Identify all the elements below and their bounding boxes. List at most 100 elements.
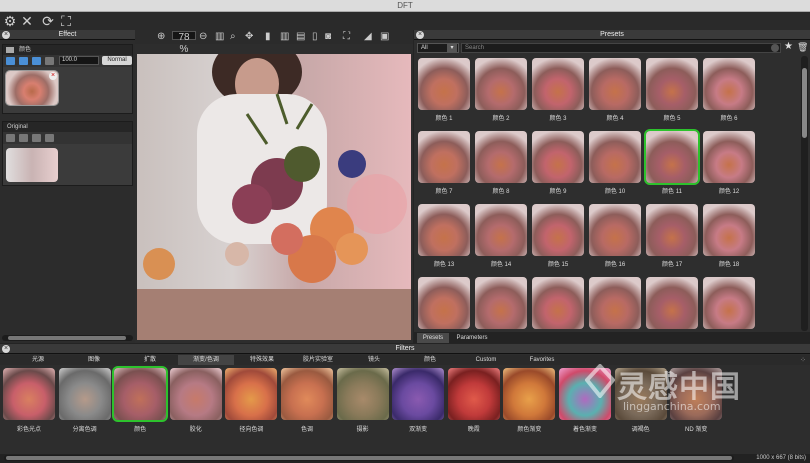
monitor-icon[interactable] (19, 134, 28, 142)
compare-side-icon[interactable]: ▮ (265, 31, 271, 43)
preset-item[interactable] (475, 277, 531, 330)
filter-category-tab[interactable]: 镜头 (346, 355, 402, 365)
filter-category-tab[interactable]: 扩散 (122, 355, 178, 365)
display-icon[interactable]: ▣ (380, 31, 389, 43)
preset-item[interactable]: 颜色 1 (418, 58, 474, 130)
filter-label: 摄影 (356, 427, 369, 433)
filter-item[interactable]: 晚霞 (447, 368, 500, 433)
category-select[interactable]: All ▾ (417, 43, 459, 53)
preset-label: 颜色 9 (549, 189, 567, 195)
filter-item[interactable]: 颜色 (114, 368, 167, 433)
preset-label: 颜色 5 (663, 116, 681, 122)
close-icon[interactable]: ✕ (19, 13, 35, 29)
tab-presets[interactable]: Presets (417, 333, 449, 343)
filter-item[interactable]: 径向色调 (225, 368, 278, 433)
mask-icon[interactable] (6, 57, 15, 65)
preset-item[interactable]: 颜色 18 (703, 204, 759, 276)
filters-hscroll[interactable] (4, 455, 734, 461)
compare-horizontal-icon[interactable]: ▤ (296, 31, 305, 43)
preset-item[interactable]: 颜色 10 (589, 131, 645, 203)
preset-label: 颜色 13 (433, 262, 455, 268)
preset-item[interactable]: 颜色 16 (589, 204, 645, 276)
watermark-url: lingganchina.com (623, 400, 721, 413)
preset-item[interactable]: 颜色 15 (532, 204, 588, 276)
filter-category-tab[interactable]: 特殊效果 (234, 355, 290, 365)
tab-parameters[interactable]: Parameters (452, 333, 492, 343)
preset-item[interactable]: 颜色 9 (532, 131, 588, 203)
mask-icon[interactable] (6, 134, 15, 142)
compare-split-icon[interactable]: ▥ (280, 31, 289, 43)
main-photo[interactable] (137, 54, 411, 340)
lock-icon[interactable] (45, 134, 54, 142)
close-panel-icon[interactable]: × (2, 31, 10, 39)
search-input[interactable]: Search (461, 43, 781, 53)
preset-label: 颜色 11 (662, 189, 682, 195)
preset-item[interactable]: 颜色 6 (703, 58, 759, 130)
filter-item[interactable]: 分离色调 (58, 368, 111, 433)
histogram-icon[interactable]: ◢ (364, 31, 372, 43)
filter-category-tab[interactable]: 渐变/色调 (178, 355, 234, 365)
preset-item[interactable]: 颜色 14 (475, 204, 531, 276)
filter-category-tab[interactable]: 光源 (10, 355, 66, 365)
lock-icon[interactable] (45, 57, 54, 65)
close-panel-icon[interactable]: × (2, 345, 10, 353)
preset-item[interactable]: 颜色 12 (703, 131, 759, 203)
filter-thumbnail (169, 368, 222, 420)
filter-item[interactable]: 胶化 (169, 368, 222, 433)
filter-label: 彩色光点 (16, 427, 41, 433)
split-icon[interactable]: ▥ (215, 31, 224, 43)
preset-item[interactable] (532, 277, 588, 330)
zoom-out-icon[interactable]: ⊖ (199, 31, 207, 43)
zoom-field[interactable]: 78 % (172, 31, 196, 55)
preset-item[interactable] (703, 277, 759, 330)
preset-item[interactable]: 颜色 17 (646, 204, 702, 276)
preset-item[interactable] (589, 277, 645, 330)
preset-label: 颜色 3 (549, 116, 567, 122)
monitor-icon[interactable] (19, 57, 28, 65)
left-hscroll[interactable] (2, 335, 133, 341)
filter-label: 颜色 (134, 427, 147, 433)
preset-item[interactable] (646, 277, 702, 330)
opacity-field[interactable]: 100.0 (59, 56, 99, 65)
preset-item[interactable]: 颜色 8 (475, 131, 531, 203)
preset-item[interactable]: 颜色 11 (646, 131, 702, 203)
filter-item[interactable]: 双渐变 (392, 368, 445, 433)
lightning-icon[interactable] (32, 57, 41, 65)
gear-icon[interactable]: ⚙ (2, 13, 18, 29)
filter-item[interactable]: 颜色渐变 (503, 368, 556, 433)
grid-view-icon[interactable]: ⁘ (800, 356, 806, 364)
move-icon[interactable]: ✥ (245, 31, 253, 43)
trash-icon[interactable]: 🗑 (797, 42, 808, 53)
clear-search-icon[interactable] (771, 44, 779, 52)
preset-item[interactable]: 颜色 4 (589, 58, 645, 130)
filter-category-tab[interactable]: 颜色 (402, 355, 458, 365)
preset-item[interactable]: 颜色 5 (646, 58, 702, 130)
fit-icon[interactable]: ⛶ (58, 13, 74, 29)
filter-item[interactable]: 摄影 (336, 368, 389, 433)
crop-icon[interactable]: ⛶ (343, 31, 350, 43)
preset-item[interactable] (418, 277, 474, 330)
filter-category-tab[interactable]: Custom (458, 355, 514, 365)
preset-item[interactable]: 颜色 7 (418, 131, 474, 203)
preset-item[interactable]: 颜色 2 (475, 58, 531, 130)
filter-item[interactable]: 色调 (281, 368, 333, 433)
blend-mode-button[interactable]: Normal (102, 56, 132, 65)
filter-category-tab[interactable]: 胶片实验室 (290, 355, 346, 365)
refresh-icon[interactable]: ⟳ (40, 13, 56, 29)
page-icon[interactable]: ▯ (312, 31, 318, 43)
preset-thumbnail (532, 131, 584, 183)
zoom-in-icon[interactable]: ⊕ (157, 31, 165, 43)
presets-vscroll[interactable] (801, 56, 808, 331)
filter-item[interactable]: 彩色光点 (3, 368, 55, 433)
remove-layer-icon[interactable]: × (49, 72, 57, 80)
filter-category-tab[interactable]: 图像 (66, 355, 122, 365)
filter-category-tab[interactable]: Favorites (514, 355, 570, 365)
magnifier-icon[interactable]: ⌕ (230, 31, 236, 43)
preset-item[interactable]: 颜色 13 (418, 204, 474, 276)
close-panel-icon[interactable]: × (416, 31, 424, 39)
lightning-icon[interactable] (32, 134, 41, 142)
original-thumbnail[interactable] (6, 148, 58, 182)
preset-item[interactable]: 颜色 3 (532, 58, 588, 130)
camera-icon[interactable]: ◙ (325, 31, 331, 43)
star-icon[interactable]: ★ (784, 41, 793, 52)
